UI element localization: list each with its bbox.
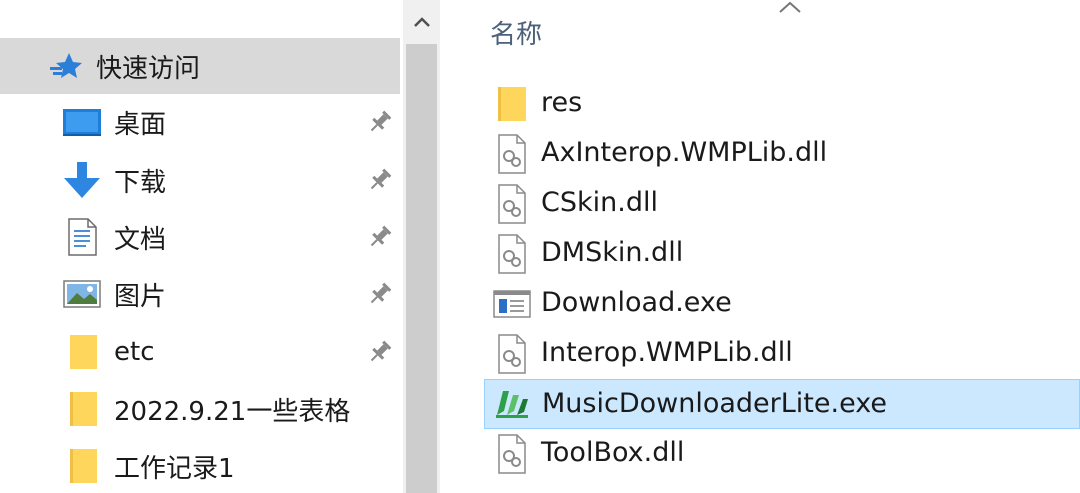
nav-item-downloads[interactable]: 下载 [0,152,400,208]
file-row-toolbox-dll[interactable]: ToolBox.dll [484,429,1080,479]
nav-item-label: 文档 [114,224,167,255]
file-name: MusicDownloaderLite.exe [542,388,887,419]
pin-icon[interactable] [366,223,394,251]
nav-item-label: etc [114,337,155,367]
nav-item-label: 下载 [114,167,167,198]
file-row-cskin-dll[interactable]: CSkin.dll [484,179,1080,229]
download-arrow-icon [62,160,102,200]
nav-item-label: 工作记录1 [114,453,235,484]
nav-item-work-log-1[interactable]: 工作记录1 [0,438,400,493]
scroll-thumb[interactable] [406,44,437,493]
file-name: CSkin.dll [541,187,658,218]
pin-icon[interactable] [366,280,394,308]
desktop-icon [62,102,102,142]
file-row-musicdownloaderlite-exe[interactable]: MusicDownloaderLite.exe [484,379,1080,429]
folder-icon [492,84,532,124]
nav-item-quick-access[interactable]: 快速访问 [0,38,400,94]
file-name: ToolBox.dll [541,437,685,468]
folder-icon [62,389,102,429]
pictures-icon [62,274,102,314]
file-row-interop-wmplib-dll[interactable]: Interop.WMPLib.dll [484,329,1080,379]
nav-item-label: 2022.9.21一些表格 [114,396,351,427]
nav-item-label: 图片 [114,281,167,312]
chevron-up-icon [413,17,430,27]
folder-icon [62,332,102,372]
file-row-download-exe[interactable]: Download.exe [484,279,1080,329]
file-row-res[interactable]: res [484,79,1080,129]
file-name: DMSkin.dll [541,237,684,268]
nav-item-desktop[interactable]: 桌面 [0,94,400,150]
file-list-pane: 名称 res AxInterop.WMPLib.dll CSkin.dll DM… [440,0,1080,493]
dll-file-icon [492,334,532,374]
documents-icon [62,217,102,257]
pin-icon[interactable] [366,108,394,136]
pin-icon[interactable] [366,338,394,366]
pin-icon[interactable] [366,166,394,194]
scroll-up-button[interactable] [403,0,440,44]
nav-item-pictures[interactable]: 图片 [0,266,400,322]
music-downloader-app-icon [492,384,532,424]
dll-file-icon [492,434,532,474]
file-name: Interop.WMPLib.dll [541,337,793,368]
file-name: AxInterop.WMPLib.dll [541,137,828,168]
quick-access-star-icon [46,46,86,86]
dll-file-icon [492,234,532,274]
nav-item-folder-2022-tables[interactable]: 2022.9.21一些表格 [0,381,400,437]
file-row-axinterop-wmplib-dll[interactable]: AxInterop.WMPLib.dll [484,129,1080,179]
nav-item-etc[interactable]: etc [0,324,400,380]
dll-file-icon [492,134,532,174]
nav-item-documents[interactable]: 文档 [0,209,400,265]
nav-item-label: 快速访问 [96,53,201,84]
sort-ascending-icon [779,1,801,13]
file-row-dmskin-dll[interactable]: DMSkin.dll [484,229,1080,279]
navigation-pane: 快速访问 桌面 下载 文档 图片 etc 2022.9.21一些表格 工作记录1 [0,0,403,493]
column-header-name[interactable]: 名称 [490,14,542,51]
nav-item-label: 桌面 [114,109,167,140]
file-name: res [541,87,583,118]
file-name: Download.exe [541,287,732,318]
folder-icon [62,446,102,486]
exe-window-icon [492,284,532,324]
nav-scrollbar[interactable] [403,0,440,493]
dll-file-icon [492,184,532,224]
